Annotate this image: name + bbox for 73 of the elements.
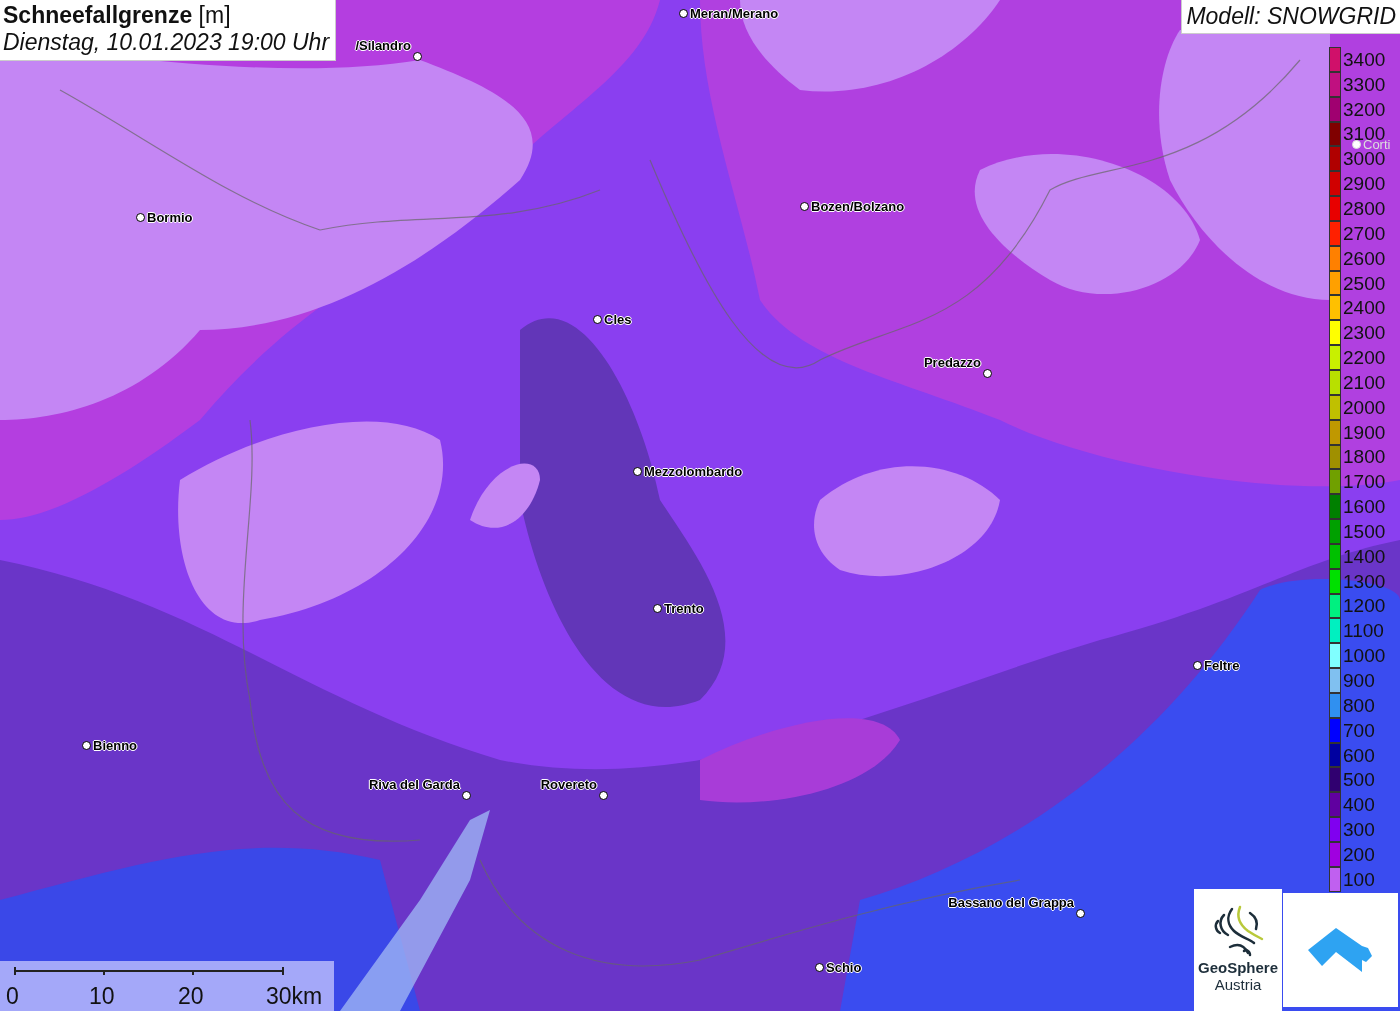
city-label: Bienno <box>93 738 138 753</box>
scale-label: 30km <box>266 983 323 1010</box>
city-label: Feltre <box>1204 658 1240 673</box>
legend-label: 2100 <box>1343 372 1386 392</box>
city-marker <box>1352 140 1361 149</box>
legend-label: 100 <box>1343 869 1375 889</box>
legend-label: 2600 <box>1343 248 1386 268</box>
city-marker <box>633 467 642 476</box>
city-marker <box>593 315 602 324</box>
city-label: Trento <box>664 601 704 616</box>
scale-label: 20 <box>178 983 204 1010</box>
logo-text: GeoSphere <box>1198 959 1278 976</box>
legend-label: 200 <box>1343 844 1375 864</box>
legend-label: 400 <box>1343 795 1375 815</box>
city-marker <box>462 791 471 800</box>
legend-label: 3000 <box>1343 149 1386 169</box>
legend-label: 300 <box>1343 820 1375 840</box>
city-marker <box>599 791 608 800</box>
city-marker <box>679 9 688 18</box>
city-marker <box>82 741 91 750</box>
legend-label: 1700 <box>1343 472 1386 492</box>
model-label: Modell: SNOWGRID <box>1181 0 1400 34</box>
city-marker <box>413 52 422 61</box>
legend-label: 1300 <box>1343 571 1386 591</box>
legend-label: 800 <box>1343 695 1375 715</box>
legend-label: 700 <box>1343 720 1375 740</box>
scale-bar-icon <box>14 966 284 976</box>
city-label: Rovereto <box>540 777 597 792</box>
city-marker <box>136 213 145 222</box>
legend-label: 2000 <box>1343 397 1386 417</box>
legend-label: 2300 <box>1343 323 1386 343</box>
legend-label: 1200 <box>1343 596 1386 616</box>
city-marker <box>983 369 992 378</box>
legend-label: 3400 <box>1343 49 1386 69</box>
city-label: Bozen/Bolzano <box>811 199 905 214</box>
legend-label: 1400 <box>1343 546 1386 566</box>
city-label: /Silandro <box>355 38 411 53</box>
legend-label: 900 <box>1343 671 1375 690</box>
city-label: Riva del Garda <box>368 777 460 792</box>
legend-label: 1900 <box>1343 422 1386 442</box>
legend-label: 2700 <box>1343 223 1386 243</box>
legend-label: 1500 <box>1343 521 1386 541</box>
city-marker <box>653 604 662 613</box>
logo-text: Austria <box>1214 976 1262 993</box>
scale-label: 10 <box>89 983 115 1010</box>
city-label: Schio <box>826 960 862 975</box>
city-label: Bormio <box>147 210 193 225</box>
legend-label: 2400 <box>1343 298 1386 318</box>
city-marker <box>800 202 809 211</box>
legend-label: 1100 <box>1343 621 1384 641</box>
legend-label: 1800 <box>1343 447 1386 467</box>
legend-label: 2500 <box>1343 273 1386 293</box>
legend-label: 500 <box>1343 770 1375 790</box>
city-label: Cles <box>604 312 632 327</box>
scale-label: 0 <box>6 983 19 1010</box>
legend-label: 3200 <box>1343 99 1386 119</box>
legend-label: 1000 <box>1343 646 1386 666</box>
city-marker <box>1193 661 1202 670</box>
legend-label: 3300 <box>1343 74 1386 94</box>
city-label: Meran/Merano <box>690 6 779 21</box>
legend-label: 600 <box>1343 745 1375 765</box>
city-label: Mezzolombardo <box>644 464 743 479</box>
map-title: Schneefallgrenze [m] <box>3 2 232 29</box>
legend-label: 1600 <box>1343 497 1386 517</box>
legend-label: 2900 <box>1343 174 1386 194</box>
legend-label: 2200 <box>1343 348 1386 368</box>
city-label: Predazzo <box>923 355 981 370</box>
house-cloud-logo-icon <box>1307 926 1374 974</box>
city-marker <box>815 963 824 972</box>
legend-label: 2800 <box>1343 199 1386 218</box>
city-marker <box>1076 909 1085 918</box>
map-datetime: Dienstag, 10.01.2023 19:00 Uhr <box>3 29 330 56</box>
city-label: Bassano del Grappa <box>948 895 1074 910</box>
